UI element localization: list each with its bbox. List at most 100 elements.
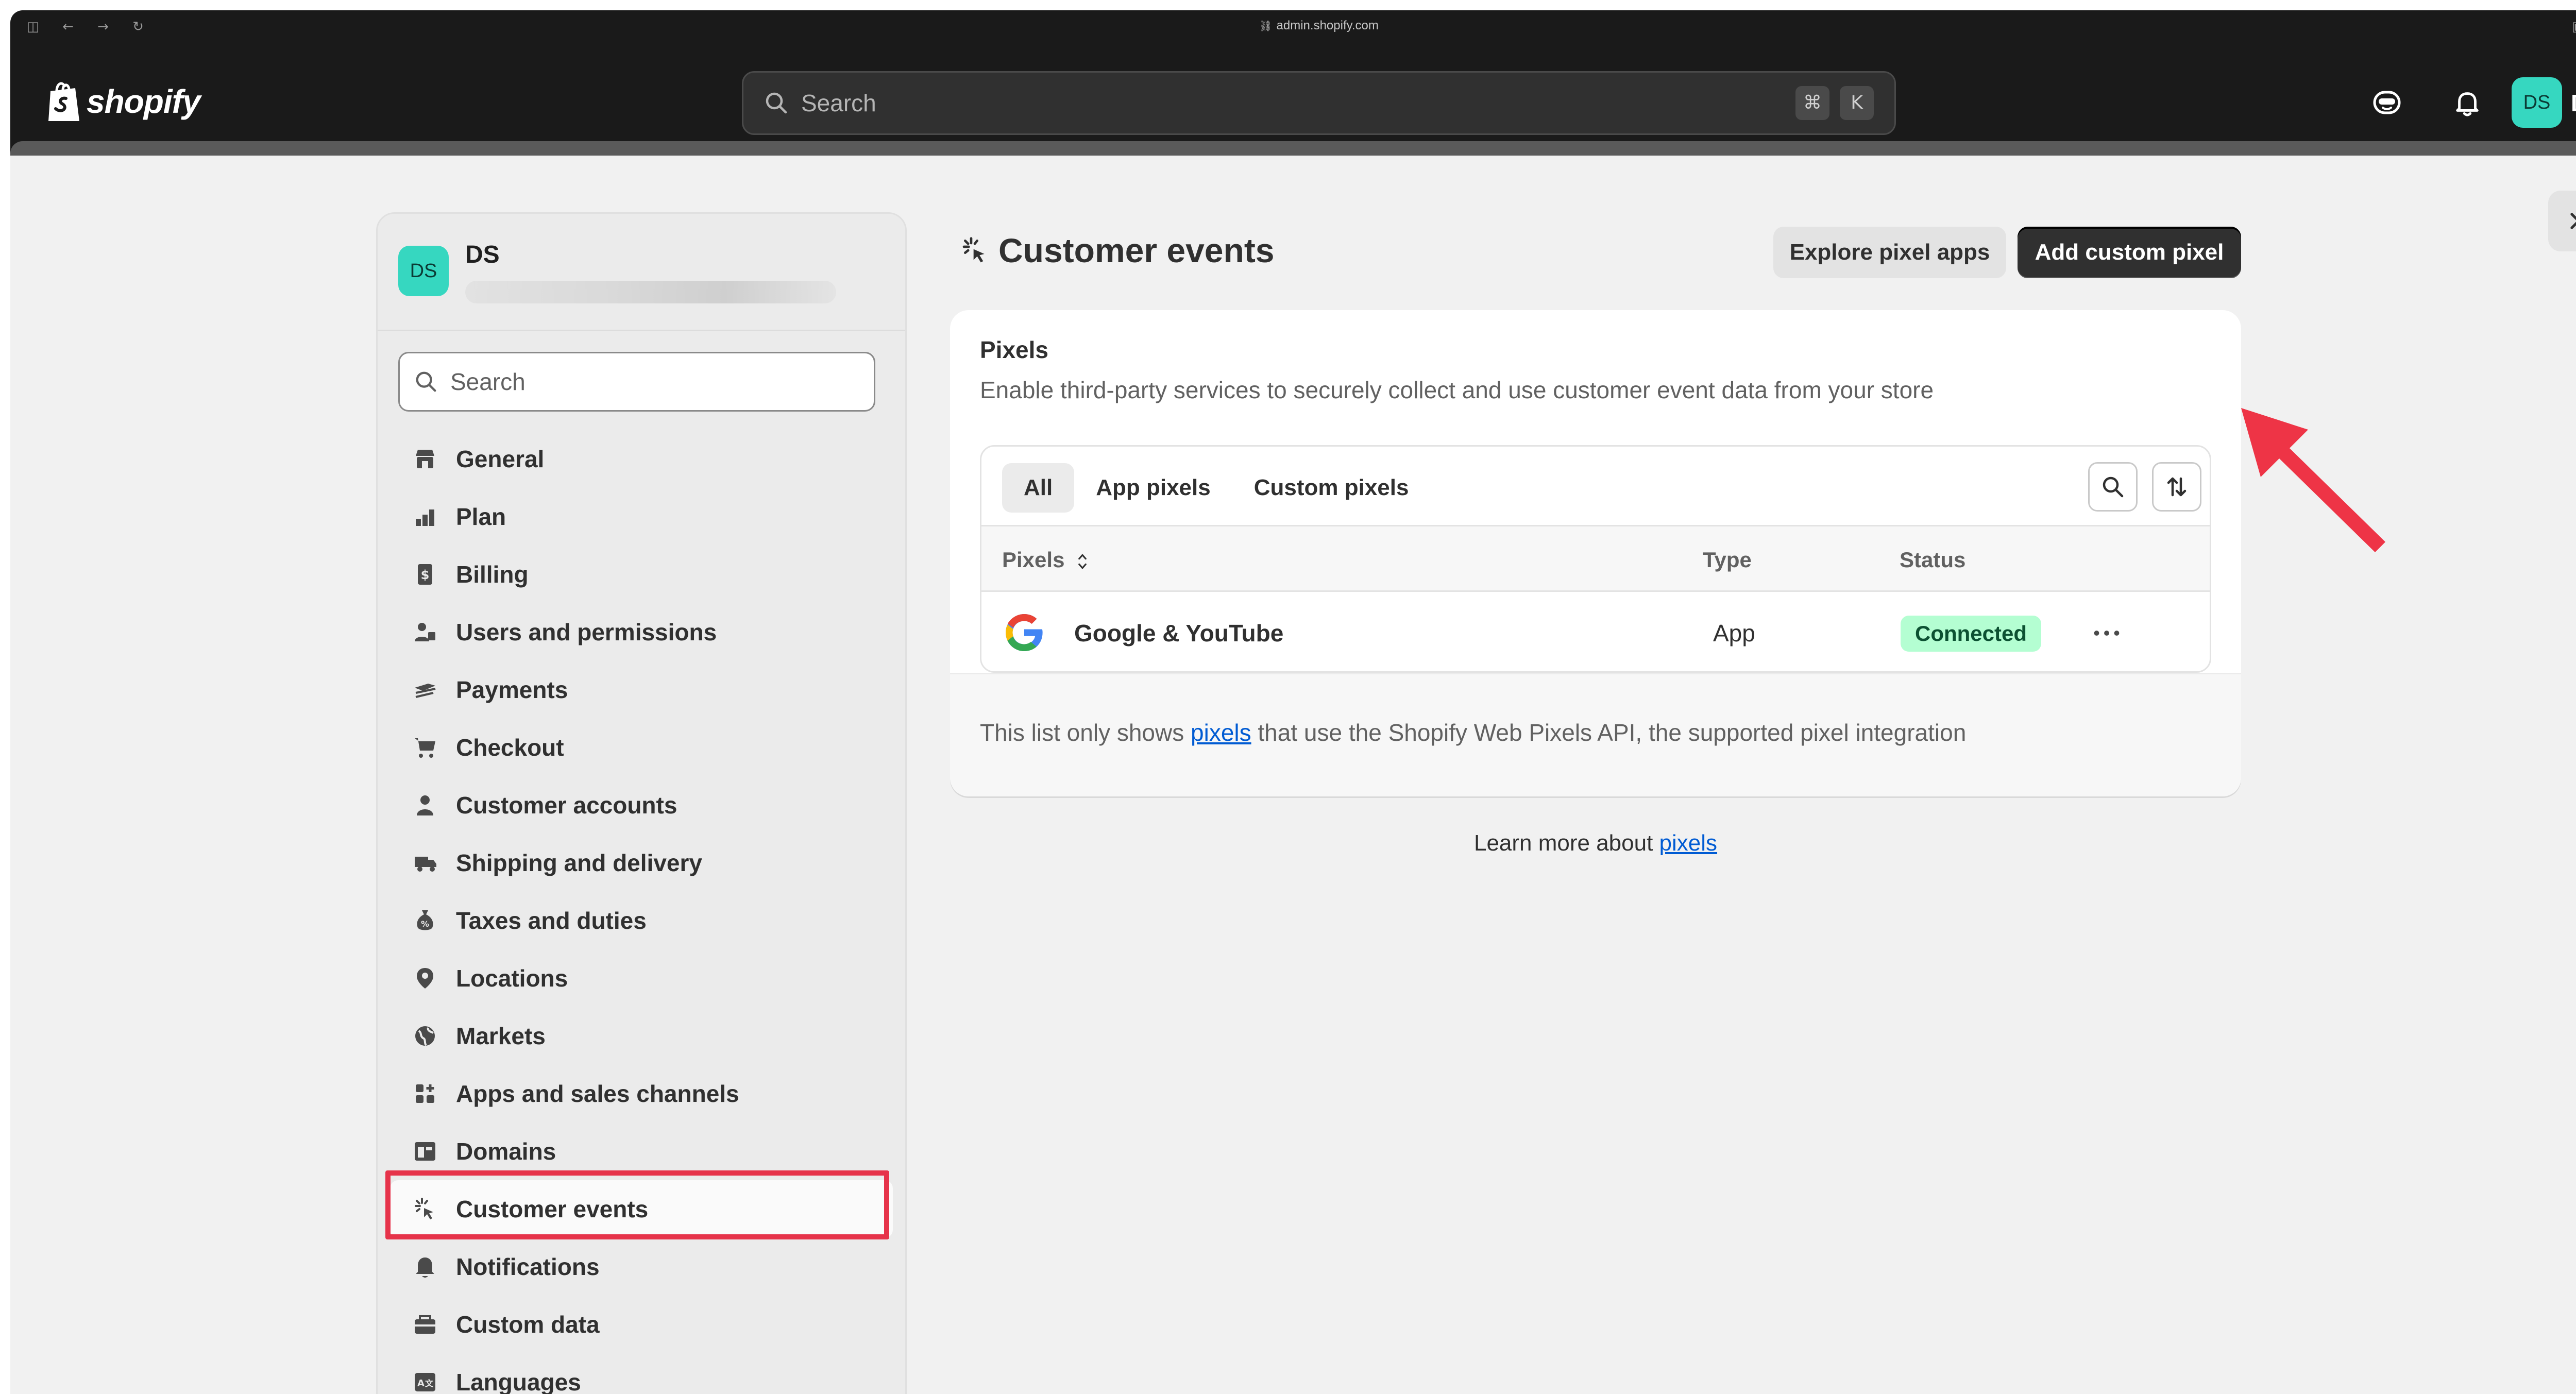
apps-icon (410, 1078, 440, 1109)
nav-taxes-and-duties[interactable]: % Taxes and duties (378, 892, 905, 949)
page-title: Customer events (998, 231, 1275, 269)
learn-more: Learn more about pixels (950, 830, 2241, 856)
address-bar[interactable]: ⛓ admin.shopify.com (10, 18, 2576, 34)
table-header: Pixels Type Status (981, 525, 2210, 592)
tab-custom-pixels[interactable]: Custom pixels (1232, 463, 1431, 513)
nav-label: Customer events (456, 1196, 649, 1222)
search-icon (416, 371, 436, 392)
search-placeholder: Search (801, 90, 876, 116)
nav-shipping-and-delivery[interactable]: Shipping and delivery (378, 834, 905, 892)
more-horizontal-icon (2094, 631, 2120, 636)
card-description: Enable third-party services to securely … (980, 377, 1934, 403)
nav-label: Notifications (456, 1253, 600, 1280)
nav-label: Domains (456, 1138, 556, 1165)
tab-app-pixels[interactable]: App pixels (1074, 463, 1232, 513)
user-name[interactable]: DS (2571, 88, 2576, 118)
settings-sidebar: DS DS Search General Plan $ Billing User… (376, 212, 907, 1394)
tab-all[interactable]: All (1002, 463, 1075, 513)
person-icon (410, 790, 440, 821)
settings-search-input[interactable]: Search (398, 352, 875, 412)
cmd-key: ⌘ (1795, 86, 1829, 120)
nav-label: Shipping and delivery (456, 849, 702, 876)
column-header-pixels[interactable]: Pixels (1002, 526, 1088, 593)
settings-nav: General Plan $ Billing Users and permiss… (378, 430, 905, 1394)
learn-more-text: Learn more about (1473, 830, 1659, 856)
shopify-logo[interactable]: shopify (45, 78, 201, 125)
global-search[interactable]: Search ⌘ K (742, 71, 1896, 135)
footer-text: This list only shows (980, 719, 1191, 746)
pixel-filter-tabs: All App pixels Custom pixels (1002, 463, 1430, 513)
topbar-bottom-strip (10, 141, 2576, 156)
learn-more-pixels-link[interactable]: pixels (1659, 830, 1718, 856)
shopify-wordmark: shopify (87, 83, 201, 120)
store-avatar: DS (398, 246, 449, 296)
explore-pixel-apps-button[interactable]: Explore pixel apps (1773, 227, 2006, 278)
domains-icon (410, 1136, 440, 1167)
nav-label: Checkout (456, 734, 564, 761)
browser-window: ◫ ← → ↻ ⛓admin.shopify.com ▣ ◫ shopify S… (10, 10, 2576, 1394)
nav-markets[interactable]: Markets (378, 1007, 905, 1065)
column-label: Pixels (1002, 548, 1065, 572)
nav-plan[interactable]: Plan (378, 488, 905, 546)
notification-bell-icon[interactable] (2449, 84, 2485, 121)
nav-domains[interactable]: Domains (378, 1123, 905, 1180)
annotation-arrow (2241, 408, 2385, 552)
nav-label: Markets (456, 1023, 546, 1049)
close-icon (2570, 213, 2576, 229)
sidekick-icon[interactable] (2369, 84, 2405, 121)
row-actions-button[interactable] (2088, 615, 2125, 652)
reader-icon[interactable]: ▣ (2570, 19, 2576, 35)
customer-events-icon (410, 1194, 440, 1225)
status-badge: Connected (1901, 616, 2042, 652)
nav-label: Locations (456, 965, 568, 992)
nav-label: Custom data (456, 1311, 600, 1338)
pixels-link[interactable]: pixels (1191, 719, 1251, 746)
nav-billing[interactable]: $ Billing (378, 546, 905, 603)
pixel-type: App (1713, 620, 1755, 647)
cart-icon (410, 732, 440, 763)
link-icon: ⛓ (1259, 20, 1273, 32)
plan-icon (410, 501, 440, 532)
nav-label: Users and permissions (456, 619, 717, 645)
nav-label: Plan (456, 503, 506, 530)
svg-text:%: % (421, 919, 429, 929)
sort-chevron-icon (1078, 554, 1087, 569)
nav-general[interactable]: General (378, 430, 905, 488)
nav-label: Languages (456, 1369, 581, 1394)
add-custom-pixel-button[interactable]: Add custom pixel (2018, 227, 2241, 278)
nav-languages[interactable]: A文 Languages (378, 1353, 905, 1394)
bell-icon (410, 1251, 440, 1282)
user-avatar[interactable]: DS (2512, 77, 2562, 128)
svg-text:$: $ (421, 568, 430, 582)
pixels-table: All App pixels Custom pixels Pixels Type (980, 445, 2211, 673)
store-name: DS (465, 241, 500, 268)
nav-locations[interactable]: Locations (378, 949, 905, 1007)
customer-events-icon (962, 237, 985, 263)
card-heading: Pixels (980, 336, 1048, 363)
column-header-type: Type (1703, 548, 1752, 572)
sort-button[interactable] (2152, 462, 2201, 512)
nav-checkout[interactable]: Checkout (378, 719, 905, 776)
nav-customer-accounts[interactable]: Customer accounts (378, 776, 905, 834)
truck-icon (410, 847, 440, 878)
browser-chrome: ◫ ← → ↻ ⛓admin.shopify.com ▣ ◫ (10, 10, 2576, 42)
pixels-card: Pixels Enable third-party services to se… (950, 310, 2241, 796)
nav-apps-and-sales-channels[interactable]: Apps and sales channels (378, 1065, 905, 1123)
nav-users-and-permissions[interactable]: Users and permissions (378, 603, 905, 661)
users-icon (410, 617, 440, 648)
column-header-status: Status (1900, 548, 1966, 572)
billing-icon: $ (410, 559, 440, 590)
nav-notifications[interactable]: Notifications (378, 1238, 905, 1296)
nav-customer-events[interactable]: Customer events (390, 1180, 893, 1238)
table-row[interactable]: Google & YouTube App Connected (981, 592, 2210, 671)
nav-label: Taxes and duties (456, 907, 647, 934)
nav-custom-data[interactable]: Custom data (378, 1296, 905, 1353)
card-footer: This list only shows pixels that use the… (950, 673, 2241, 796)
k-key: K (1840, 86, 1874, 120)
close-settings-button[interactable] (2548, 191, 2576, 251)
languages-icon: A文 (410, 1367, 440, 1394)
shopify-bag-icon (48, 82, 79, 121)
nav-payments[interactable]: Payments (378, 661, 905, 719)
page-heading: Customer events (960, 231, 1275, 270)
table-search-button[interactable] (2088, 462, 2138, 512)
